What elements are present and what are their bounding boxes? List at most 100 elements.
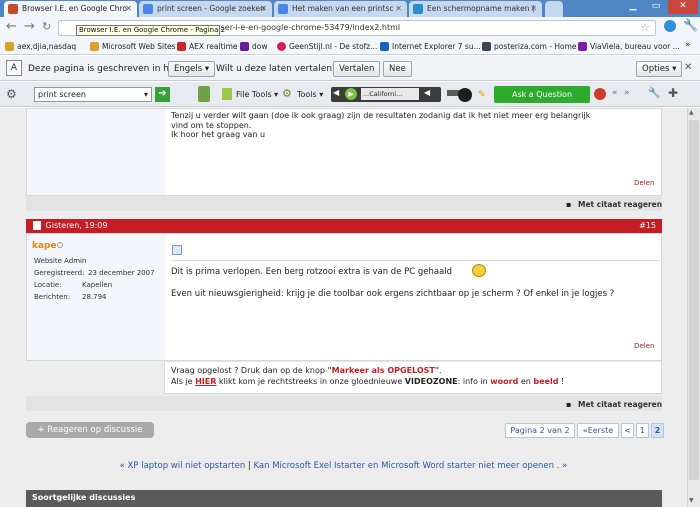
plus-icon[interactable]: ✚ (668, 86, 678, 100)
ie-icon (380, 42, 389, 51)
bookmark-geenstijl[interactable]: GeenStijl.nl - De stofz... (277, 40, 377, 53)
tab-tooltip: Browser I.E. en Google Chrome - Pagina 2 (76, 25, 225, 36)
signature-line-1: Vraag opgelost ? Druk dan op de knop "Ma… (171, 366, 442, 375)
posts-label: Berichten: (34, 293, 71, 301)
radio-station-select[interactable]: ...Californi... (361, 88, 419, 100)
forward-arrow-icon[interactable]: → (24, 20, 35, 34)
post-message: Dit is prima verlopen. Een berg rotzooi … (171, 267, 453, 277)
file-icon (222, 88, 232, 100)
tab-browser-ie-chrome[interactable]: Browser I.E. en Google Chro ✕ (4, 1, 137, 17)
forum-favicon-icon (8, 4, 18, 14)
quote-icon: ▪ (566, 200, 572, 209)
quote-reply-link[interactable]: Met citaat reageren (578, 400, 662, 409)
url-text: ...ser-i-e-en-google-chrome-53479/index2… (213, 23, 401, 32)
star-icon[interactable]: ☆ (640, 21, 650, 34)
post-header: Gisteren, 19:09 #15 (26, 219, 662, 233)
post-date: Gisteren, 19:09 (45, 221, 108, 230)
maximize-icon[interactable]: ▭ (645, 0, 667, 14)
speaker-icon[interactable]: ◀ (424, 88, 430, 97)
translate-button[interactable]: Vertalen (333, 61, 381, 77)
back-arrow-icon[interactable]: ← (6, 20, 17, 34)
language-select[interactable]: Engels ▾ (168, 61, 216, 77)
similar-discussions-header: Soortgelijke discussies (26, 490, 662, 507)
post-message: Even uit nieuwsgierigheid: krijg je die … (171, 289, 615, 299)
bookmark-dow[interactable]: dow (240, 40, 267, 53)
reload-icon[interactable]: ↻ (42, 20, 51, 34)
user-role: Website Admin (34, 257, 87, 265)
minimize-icon[interactable]: ▁ (622, 0, 644, 14)
skip-back-icon[interactable]: ◀ (333, 88, 339, 97)
translate-question: Wilt u deze laten vertalen? (216, 64, 337, 74)
geenstijl-icon (277, 42, 286, 51)
first-page-link[interactable]: «Eerste (577, 423, 619, 438)
window-close-icon[interactable]: ✕ (668, 0, 698, 14)
smiley-icon[interactable] (458, 88, 472, 102)
reply-to-discussion-button[interactable]: + Reageren op discussie (26, 422, 154, 438)
play-icon[interactable]: ▶ (345, 88, 357, 100)
location-value: Kapellen (82, 281, 113, 289)
google-favicon-icon (278, 4, 288, 14)
new-tab-button[interactable] (545, 1, 563, 17)
toolbar-search-input[interactable]: print screen ▾ (34, 87, 152, 102)
smiley-icon (472, 264, 486, 277)
close-icon[interactable]: ✕ (684, 62, 692, 73)
scroll-down-icon[interactable]: ▼ (689, 497, 694, 504)
page-dropdown[interactable]: Pagina 2 van 2 (505, 423, 575, 438)
file-tools-menu[interactable]: File Tools ▾ (236, 90, 278, 99)
chevron-right-icon[interactable]: » (624, 88, 630, 98)
thread-navigation: « XP laptop wil niet opstarten | Kan Mic… (119, 461, 568, 471)
posteriza-icon (482, 42, 491, 51)
bookmarks-bar: aex,djia,nasdaq Microsoft Web Sites AEX … (0, 38, 700, 55)
prev-page-link[interactable]: < (621, 423, 634, 438)
bookmark-microsoft[interactable]: Microsoft Web Sites (90, 40, 176, 53)
scrollbar-thumb[interactable] (689, 120, 699, 480)
next-thread-link[interactable]: Kan Microsoft Exel Istarter en Microsoft… (254, 461, 568, 471)
post-number[interactable]: #15 (639, 219, 656, 233)
options-button[interactable]: Opties ▾ (636, 61, 683, 77)
quote-reply-link[interactable]: Met citaat reageren (578, 200, 662, 209)
registered-value: 23 december 2007 (88, 269, 155, 277)
extension-icon[interactable] (664, 20, 676, 32)
bin-icon[interactable] (198, 86, 210, 102)
bookmarks-overflow-icon[interactable]: » (685, 40, 691, 50)
bookmark-viaviela[interactable]: ViaViela, bureau voor ... (578, 40, 680, 53)
hier-link[interactable]: HIER (195, 377, 216, 386)
post-1 (26, 108, 662, 196)
tab-printscreen-maken[interactable]: Het maken van een printsc ✕ (274, 1, 407, 17)
bookmark-ie7[interactable]: Internet Explorer 7 su... (380, 40, 481, 53)
share-link[interactable]: Delen (634, 342, 654, 350)
ask-question-button[interactable]: Ask a Question (494, 86, 590, 103)
translate-prefix: Deze pagina is geschreven in het (28, 64, 179, 74)
tab-schermopname[interactable]: Een schermopname maken ( ✕ (409, 1, 542, 17)
translate-icon: A (6, 60, 22, 76)
username-link[interactable]: kape (32, 241, 57, 251)
folder-icon (5, 42, 14, 51)
wrench-icon[interactable]: 🔧 (648, 88, 660, 99)
page-1-link[interactable]: 1 (636, 423, 649, 438)
signature-line-2: Als je HIER klikt kom je rechtstreeks in… (171, 377, 565, 386)
bookmark-aex[interactable]: aex,djia,nasdaq (5, 40, 76, 53)
tab-print-screen-google[interactable]: print screen - Google zoeken ✕ (139, 1, 272, 17)
quote-icon: ▪ (566, 400, 572, 409)
search-go-icon[interactable]: ➔ (155, 87, 170, 102)
chevron-left-icon[interactable]: « (612, 88, 618, 98)
wrench-icon[interactable]: 🔧 (683, 18, 698, 32)
close-icon[interactable]: ✕ (125, 1, 132, 17)
no-button[interactable]: Nee (383, 61, 412, 77)
close-icon[interactable]: ✕ (260, 1, 267, 17)
previous-thread-link[interactable]: « XP laptop wil niet opstarten (120, 461, 246, 471)
bell-icon[interactable] (594, 88, 606, 100)
close-icon[interactable]: ✕ (395, 1, 402, 17)
tab-label: Browser I.E. en Google Chro (22, 4, 127, 13)
scroll-up-icon[interactable]: ▲ (689, 109, 694, 116)
post-text-line: Ik hoor het graag van u (171, 130, 266, 139)
close-icon[interactable]: ✕ (530, 1, 537, 17)
tools-menu[interactable]: Tools ▾ (297, 90, 323, 99)
bookmark-posteriza[interactable]: posteriza.com - Home (482, 40, 577, 53)
bookmark-aex-realtime[interactable]: AEX realtime (177, 40, 238, 53)
share-link[interactable]: Delen (634, 179, 654, 187)
gear-icon[interactable]: ⚙ (6, 87, 17, 101)
pencil-icon[interactable]: ✎ (478, 90, 486, 100)
tab-strip: Browser I.E. en Google Chro ✕ print scre… (0, 0, 700, 17)
tab-label: print screen - Google zoeken (157, 4, 265, 13)
